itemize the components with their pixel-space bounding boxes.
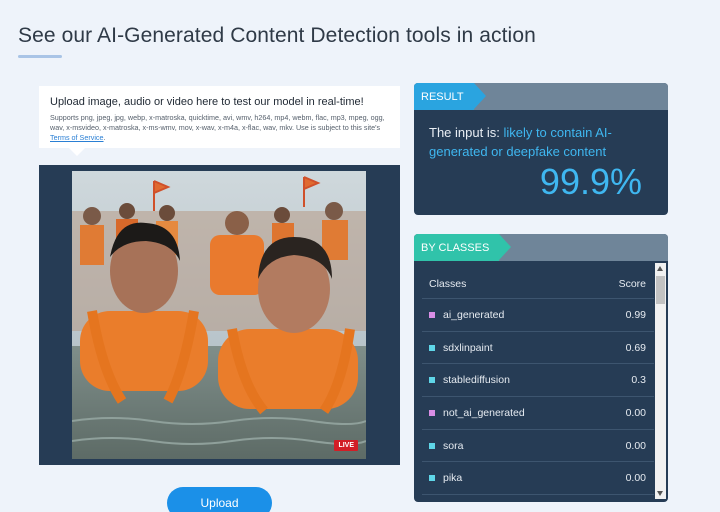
- terms-of-service-link[interactable]: Terms of Service: [50, 133, 104, 142]
- classes-table-header: Classes Score: [422, 270, 654, 299]
- class-score: 0.3: [631, 374, 646, 387]
- supported-formats: Supports png, jpeg, jpg, webp, x-matrosk…: [50, 113, 389, 143]
- class-color-swatch: [429, 311, 435, 318]
- live-badge: LIVE: [334, 440, 358, 451]
- table-row: stablediffusion 0.3: [422, 364, 654, 398]
- formats-text: Supports png, jpeg, jpg, webp, x-matrosk…: [50, 113, 385, 132]
- class-color-swatch: [429, 377, 435, 384]
- class-score: 0.00: [625, 439, 646, 452]
- upload-instructions: Upload image, audio or video here to tes…: [39, 86, 400, 156]
- class-color-swatch: [429, 475, 435, 482]
- class-score: 0.69: [625, 341, 646, 354]
- scroll-thumb[interactable]: [656, 276, 665, 304]
- uploaded-image: LIVE: [72, 171, 366, 459]
- result-prefix: The input is:: [429, 125, 504, 140]
- class-color-swatch: [429, 442, 435, 449]
- upload-heading: Upload image, audio or video here to tes…: [50, 96, 364, 108]
- class-name: stablediffusion: [443, 374, 510, 387]
- class-score: 0.00: [625, 406, 646, 419]
- page-title: See our AI-Generated Content Detection t…: [18, 24, 536, 47]
- result-text: The input is: likely to contain AI-gener…: [429, 123, 649, 161]
- class-score: 0.00: [625, 472, 646, 485]
- class-color-swatch: [429, 409, 435, 416]
- class-name: not_ai_generated: [443, 406, 525, 419]
- class-name: sdxlinpaint: [443, 341, 493, 354]
- column-header-score: Score: [618, 278, 646, 290]
- formats-suffix: .: [103, 133, 106, 142]
- class-name: ai_generated: [443, 308, 505, 321]
- table-row: ai_generated 0.99: [422, 299, 654, 332]
- result-panel-header: RESULT: [414, 83, 668, 110]
- upload-button[interactable]: Upload: [167, 487, 272, 512]
- result-tag: RESULT: [414, 83, 486, 110]
- result-score: 99.9%: [539, 161, 642, 202]
- table-row: sora 0.00: [422, 430, 654, 463]
- classes-scrollbar[interactable]: [655, 263, 666, 499]
- classes-panel-header: BY CLASSES: [414, 234, 668, 261]
- classes-panel: BY CLASSES Classes Score ai_generated 0.…: [414, 234, 668, 502]
- class-color-swatch: [429, 344, 435, 351]
- uploaded-image-graphic: [72, 171, 366, 459]
- title-underline: [18, 55, 62, 58]
- class-score: 0.99: [625, 308, 646, 321]
- table-row: sdxlinpaint 0.69: [422, 332, 654, 365]
- column-header-classes: Classes: [429, 278, 467, 290]
- scroll-down-arrow-icon[interactable]: [657, 491, 663, 496]
- image-preview-frame: LIVE: [39, 165, 400, 465]
- classes-tag: BY CLASSES: [414, 234, 512, 261]
- classes-table: Classes Score ai_generated 0.99 sdxlinpa…: [422, 270, 654, 496]
- table-row: not_ai_generated 0.00: [422, 397, 654, 430]
- class-name: pika: [443, 472, 463, 485]
- class-name: sora: [443, 439, 464, 452]
- table-row: pika 0.00: [422, 462, 654, 496]
- result-panel: RESULT The input is: likely to contain A…: [414, 83, 668, 215]
- scroll-up-arrow-icon[interactable]: [657, 266, 663, 271]
